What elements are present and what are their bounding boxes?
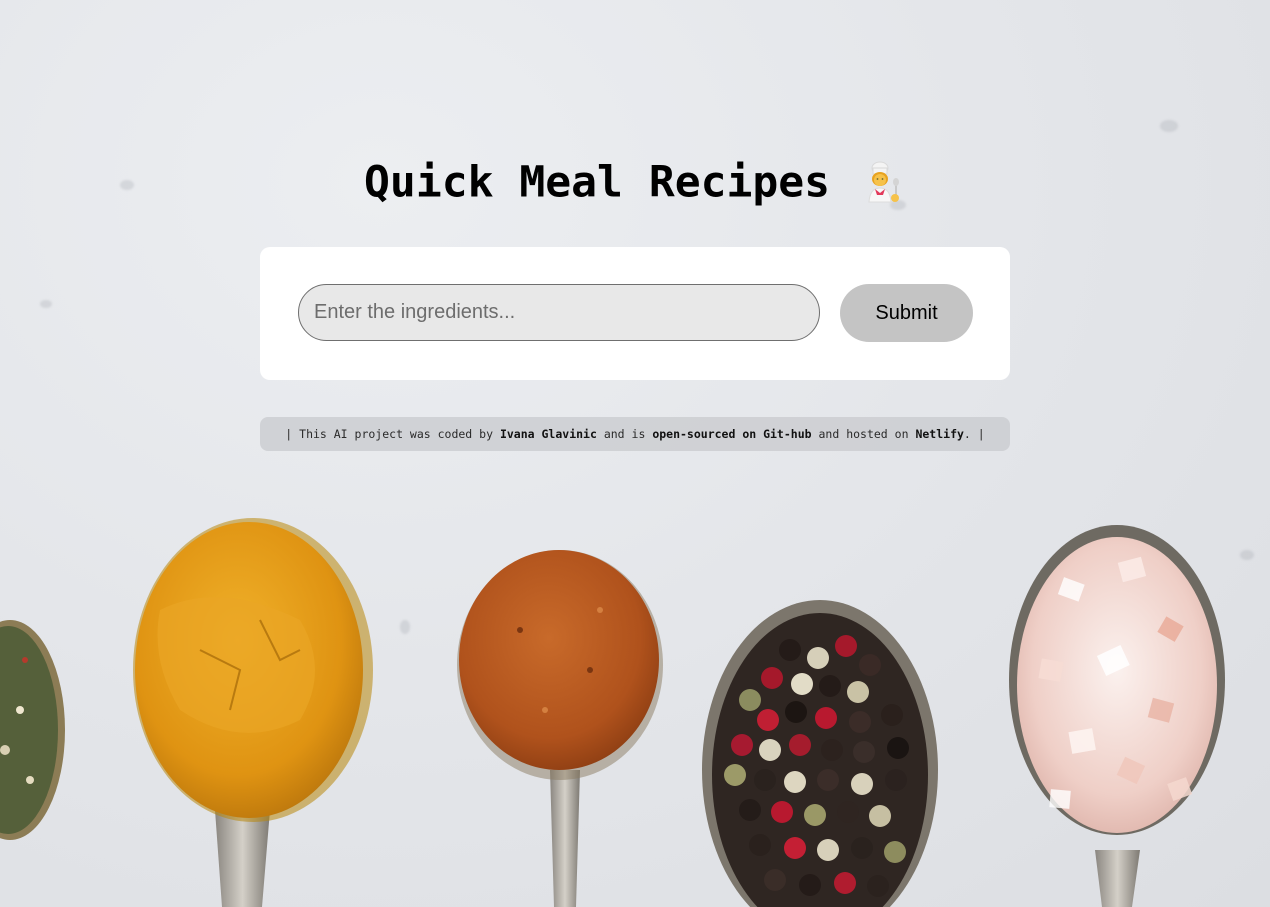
peppercorn-spoon [702,600,938,907]
marble-texture [40,300,52,308]
ingredients-input[interactable] [298,284,820,341]
page-title: Quick Meal Recipes [0,155,1270,208]
author-name: Ivana Glavinic [499,427,597,441]
credits-footer: | This AI project was coded by Ivana Gla… [260,417,1010,451]
turmeric-spoon [133,518,373,907]
github-link[interactable]: open-sourced on Git-hub [652,427,811,441]
credits-hosted-text: and hosted on [818,427,909,441]
submit-button[interactable]: Submit [840,284,973,342]
paprika-spoon [457,550,663,907]
credits-suffix: . | [963,427,985,441]
credits-prefix: | This AI project was coded by [285,427,494,441]
salt-spoon [1009,525,1225,907]
herbs-spoon [0,620,65,840]
recipe-form-card: Submit [260,247,1010,380]
chef-emoji-icon [868,161,899,202]
page-title-text: Quick Meal Recipes [364,157,831,208]
netlify-link[interactable]: Netlify [915,427,963,441]
marble-texture [1160,120,1178,132]
spice-spoons-image [0,518,1225,907]
credits-middle: and is [603,427,646,441]
